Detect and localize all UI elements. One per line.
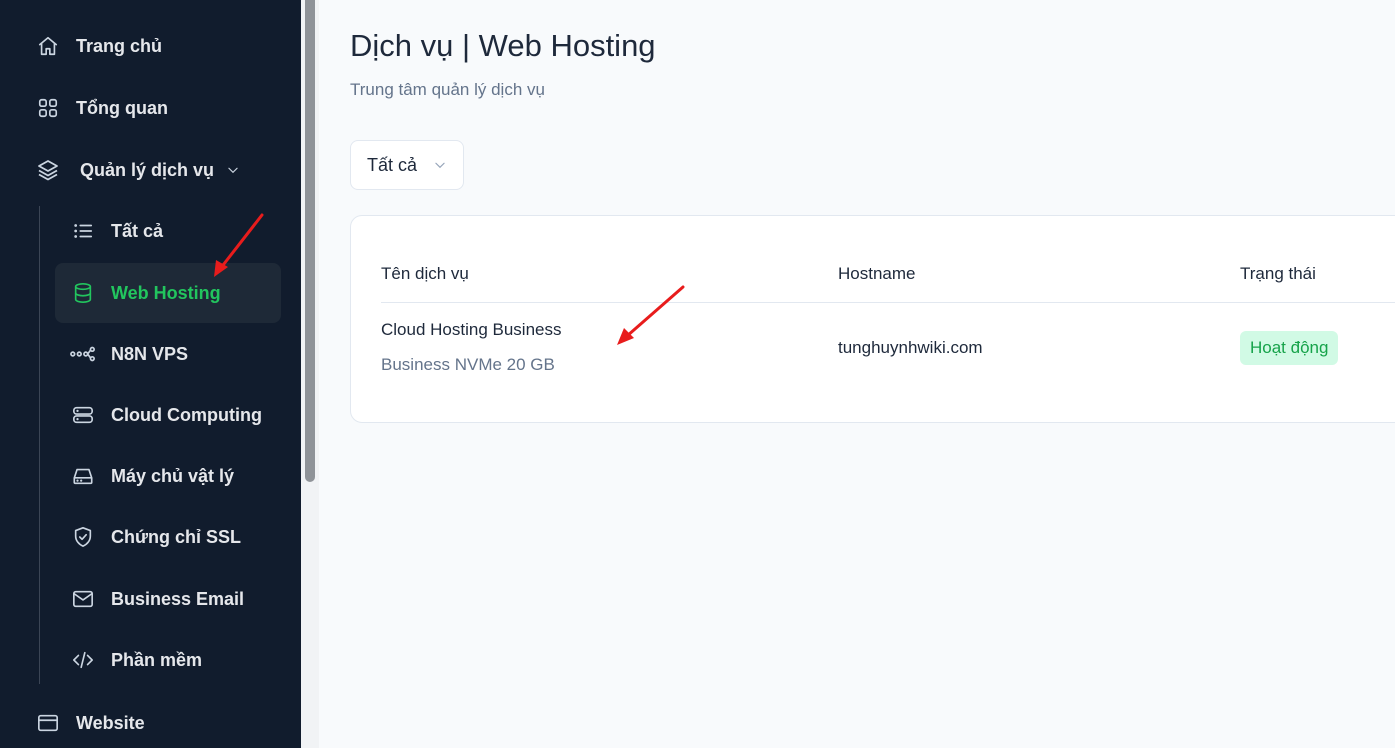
service-hostname: tunghuynhwiki.com bbox=[838, 338, 983, 357]
sidebar-item-service-management[interactable]: Quản lý dịch vụ bbox=[36, 158, 240, 182]
service-name-link[interactable]: Cloud Hosting Business bbox=[381, 320, 561, 340]
sidebar-item-business-email[interactable]: Business Email bbox=[55, 569, 281, 629]
sidebar: Trang chủ Tổng quan Quản lý dịch vụ Tất … bbox=[0, 0, 301, 748]
sidebar-item-ssl[interactable]: Chứng chỉ SSL bbox=[55, 507, 281, 567]
sidebar-item-web-hosting[interactable]: Web Hosting bbox=[55, 263, 281, 323]
sidebar-item-n8n-vps[interactable]: N8N VPS bbox=[55, 324, 281, 384]
filter-dropdown[interactable]: Tất cả bbox=[350, 140, 464, 190]
main-content: Dịch vụ | Web Hosting Trung tâm quản lý … bbox=[319, 0, 1395, 748]
list-icon bbox=[70, 219, 96, 243]
sidebar-item-overview[interactable]: Tổng quan bbox=[36, 96, 168, 120]
sidebar-item-label: Tổng quan bbox=[76, 97, 168, 118]
home-icon bbox=[36, 34, 60, 58]
sidebar-item-label: Quản lý dịch vụ bbox=[80, 159, 215, 180]
sidebar-item-label: Website bbox=[76, 712, 145, 733]
sidebar-item-software[interactable]: Phần mềm bbox=[55, 630, 281, 690]
sidebar-item-label: Web Hosting bbox=[111, 282, 221, 303]
sidebar-item-label: Trang chủ bbox=[76, 35, 163, 56]
page-subtitle: Trung tâm quản lý dịch vụ bbox=[350, 80, 545, 99]
grid-icon bbox=[36, 96, 60, 120]
sidebar-item-label: N8N VPS bbox=[111, 343, 189, 364]
sidebar-item-label: Business Email bbox=[111, 588, 245, 609]
sidebar-item-website[interactable]: Website bbox=[36, 711, 145, 735]
service-plan: Business NVMe 20 GB bbox=[381, 355, 555, 374]
sidebar-item-physical-server[interactable]: Máy chủ vật lý bbox=[55, 446, 281, 506]
shield-check-icon bbox=[70, 525, 96, 549]
sidebar-item-label: Chứng chỉ SSL bbox=[111, 526, 242, 547]
sidebar-item-label: Máy chủ vật lý bbox=[111, 465, 235, 486]
browser-window-icon bbox=[36, 711, 60, 735]
page-title: Dịch vụ | Web Hosting bbox=[350, 28, 656, 63]
scrollbar-thumb[interactable] bbox=[305, 0, 315, 482]
services-table-card: Tên dịch vụ Hostname Trạng thái Cloud Ho… bbox=[350, 215, 1395, 423]
sidebar-item-label: Phần mềm bbox=[111, 649, 203, 670]
sidebar-item-all[interactable]: Tất cả bbox=[55, 201, 281, 261]
chevron-down-icon bbox=[433, 158, 447, 172]
column-header-status[interactable]: Trạng thái bbox=[1240, 264, 1316, 284]
column-header-hostname[interactable]: Hostname bbox=[838, 264, 915, 284]
status-badge: Hoạt động bbox=[1240, 331, 1339, 365]
workflow-icon bbox=[70, 342, 96, 366]
layers-icon bbox=[36, 158, 60, 182]
hard-drive-icon bbox=[70, 464, 96, 488]
chevron-down-icon bbox=[226, 163, 240, 177]
sidebar-item-label: Tất cả bbox=[111, 220, 164, 241]
sidebar-item-label: Cloud Computing bbox=[111, 404, 262, 425]
database-icon bbox=[70, 281, 96, 305]
header-divider bbox=[381, 302, 1395, 303]
filter-selected-value: Tất cả bbox=[367, 154, 418, 175]
code-icon bbox=[70, 648, 96, 672]
sidebar-item-home[interactable]: Trang chủ bbox=[36, 34, 162, 58]
server-icon bbox=[70, 403, 96, 427]
sidebar-item-cloud-computing[interactable]: Cloud Computing bbox=[55, 385, 281, 445]
submenu-divider bbox=[39, 206, 40, 684]
column-header-service-name[interactable]: Tên dịch vụ bbox=[381, 264, 469, 284]
mail-icon bbox=[70, 587, 96, 611]
